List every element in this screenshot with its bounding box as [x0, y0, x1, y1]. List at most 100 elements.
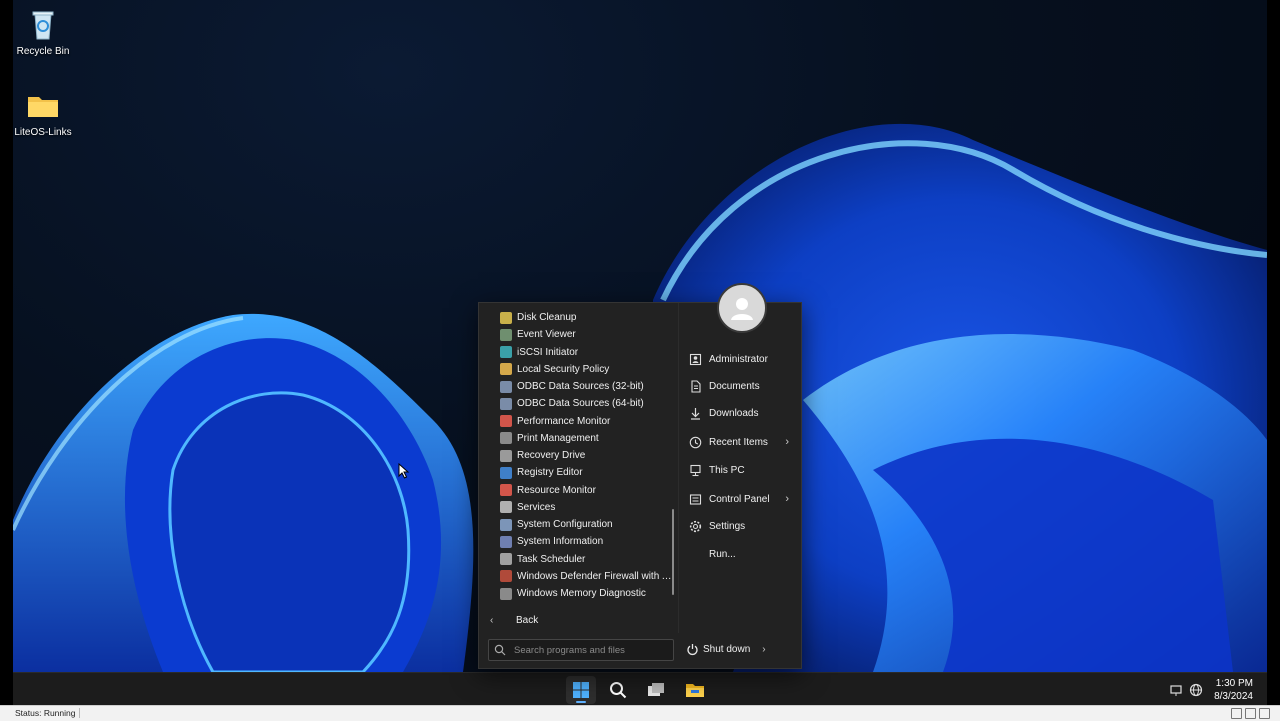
place-item-downloads[interactable]: Downloads: [689, 403, 799, 423]
run-icon: [689, 548, 702, 561]
program-item[interactable]: ODBC Data Sources (32-bit): [479, 378, 676, 395]
program-item[interactable]: Recovery Drive: [479, 447, 676, 464]
user-avatar[interactable]: [717, 283, 767, 333]
vm-status-text: Status: Running: [15, 708, 81, 718]
program-icon: [500, 466, 512, 479]
program-item[interactable]: Resource Monitor: [479, 482, 676, 499]
globe-icon[interactable]: [1188, 682, 1204, 698]
program-item[interactable]: Registry Editor: [479, 464, 676, 481]
program-label: Print Management: [517, 432, 599, 444]
place-item-recent-items[interactable]: Recent Items ›: [689, 432, 799, 452]
program-icon: [500, 535, 512, 548]
place-item-run[interactable]: Run...: [689, 544, 799, 564]
vm-status-icons: [1228, 708, 1270, 719]
shutdown-label: Shut down: [703, 643, 751, 655]
gear-icon: [689, 520, 702, 533]
program-label: Disk Cleanup: [517, 312, 577, 324]
back-label: Back: [516, 614, 539, 626]
place-label: Run...: [709, 548, 736, 560]
program-list-scrollbar[interactable]: [672, 509, 674, 595]
programs-pane: Disk Cleanup Event Viewer iSCSI Initiator L…: [479, 303, 676, 608]
program-icon: [500, 570, 512, 583]
program-icon: [500, 449, 512, 462]
program-list: Disk Cleanup Event Viewer iSCSI Initiator L…: [479, 309, 676, 602]
taskbar-file-explorer-button[interactable]: [680, 676, 710, 704]
recycle-bin-icon: [32, 11, 54, 40]
control-panel-icon: [689, 493, 702, 506]
place-label: Documents: [709, 380, 760, 392]
network-icon[interactable]: [1168, 682, 1184, 698]
user-folder-icon: [689, 353, 702, 366]
place-item-documents[interactable]: Documents: [689, 376, 799, 396]
program-label: Task Scheduler: [517, 553, 586, 565]
download-icon: [689, 407, 702, 420]
search-box[interactable]: [488, 639, 674, 661]
desktop-icon-liteos-links[interactable]: LiteOS-Links: [13, 89, 78, 138]
program-item[interactable]: System Configuration: [479, 516, 676, 533]
display-icon[interactable]: [1231, 708, 1242, 719]
program-label: Event Viewer: [517, 329, 576, 341]
disk-icon[interactable]: [1245, 708, 1256, 719]
program-icon: [500, 328, 512, 341]
place-item-administrator[interactable]: Administrator: [689, 349, 799, 369]
program-item[interactable]: Task Scheduler: [479, 551, 676, 568]
desktop-icon-label: LiteOS-Links: [14, 127, 72, 138]
document-icon: [689, 379, 702, 393]
computer-icon: [689, 464, 702, 477]
program-icon: [500, 518, 512, 531]
program-label: System Configuration: [517, 519, 613, 531]
program-item[interactable]: ODBC Data Sources (64-bit): [479, 395, 676, 412]
place-label: Administrator: [709, 353, 768, 365]
lock-icon[interactable]: [1259, 708, 1270, 719]
program-icon: [500, 380, 512, 393]
start-menu: Disk Cleanup Event Viewer iSCSI Initiator L…: [478, 283, 802, 669]
taskbar-task-view-button[interactable]: [641, 676, 671, 704]
clock-icon: [689, 436, 702, 449]
taskbar-start-button[interactable]: [566, 676, 596, 704]
desktop-icon-recycle-bin[interactable]: Recycle Bin: [13, 8, 78, 57]
program-item[interactable]: iSCSI Initiator: [479, 344, 676, 361]
program-item[interactable]: Windows Memory Diagnostic: [479, 585, 676, 602]
place-item-control-panel[interactable]: Control Panel ›: [689, 489, 799, 509]
program-item[interactable]: System Information: [479, 533, 676, 550]
program-icon: [500, 587, 512, 600]
program-icon: [500, 484, 512, 497]
search-icon: [610, 682, 627, 699]
taskbar-clock[interactable]: 1:30 PM 8/3/2024: [1208, 677, 1267, 703]
back-button[interactable]: ‹ Back: [479, 609, 676, 631]
system-tray: 1:30 PM 8/3/2024: [1168, 673, 1267, 705]
program-label: Windows Memory Diagnostic: [517, 588, 646, 600]
program-label: System Information: [517, 536, 604, 548]
program-icon: [500, 363, 512, 376]
place-item-settings[interactable]: Settings: [689, 516, 799, 536]
chevron-right-icon: ›: [785, 436, 789, 448]
program-item[interactable]: Local Security Policy: [479, 361, 676, 378]
program-label: Recovery Drive: [517, 450, 586, 462]
program-item[interactable]: Windows Defender Firewall with A...: [479, 568, 676, 585]
task-view-icon: [648, 683, 664, 696]
program-label: Registry Editor: [517, 467, 583, 479]
program-item[interactable]: Disk Cleanup: [479, 309, 676, 326]
place-item-this-pc[interactable]: This PC: [689, 460, 799, 480]
shutdown-button[interactable]: Shut down ›: [686, 639, 776, 659]
place-label: Recent Items: [709, 436, 768, 448]
program-item[interactable]: Event Viewer: [479, 326, 676, 343]
clock-time: 1:30 PM: [1215, 677, 1253, 689]
search-icon: [494, 644, 506, 656]
desktop-icon-label: Recycle Bin: [16, 46, 70, 57]
program-icon: [500, 311, 512, 324]
search-input[interactable]: [512, 643, 666, 657]
program-label: ODBC Data Sources (32-bit): [517, 381, 644, 393]
program-icon: [500, 397, 512, 410]
program-label: Windows Defender Firewall with A...: [517, 570, 672, 582]
program-item[interactable]: Print Management: [479, 430, 676, 447]
program-item[interactable]: Performance Monitor: [479, 413, 676, 430]
program-label: ODBC Data Sources (64-bit): [517, 398, 644, 410]
program-label: Services: [517, 501, 556, 513]
chevron-right-icon[interactable]: ›: [762, 644, 765, 655]
taskbar-search-button[interactable]: [603, 676, 633, 704]
file-explorer-icon: [686, 684, 704, 697]
user-icon: [731, 298, 753, 320]
program-item[interactable]: Services: [479, 499, 676, 516]
mouse-cursor-icon: [398, 463, 410, 479]
